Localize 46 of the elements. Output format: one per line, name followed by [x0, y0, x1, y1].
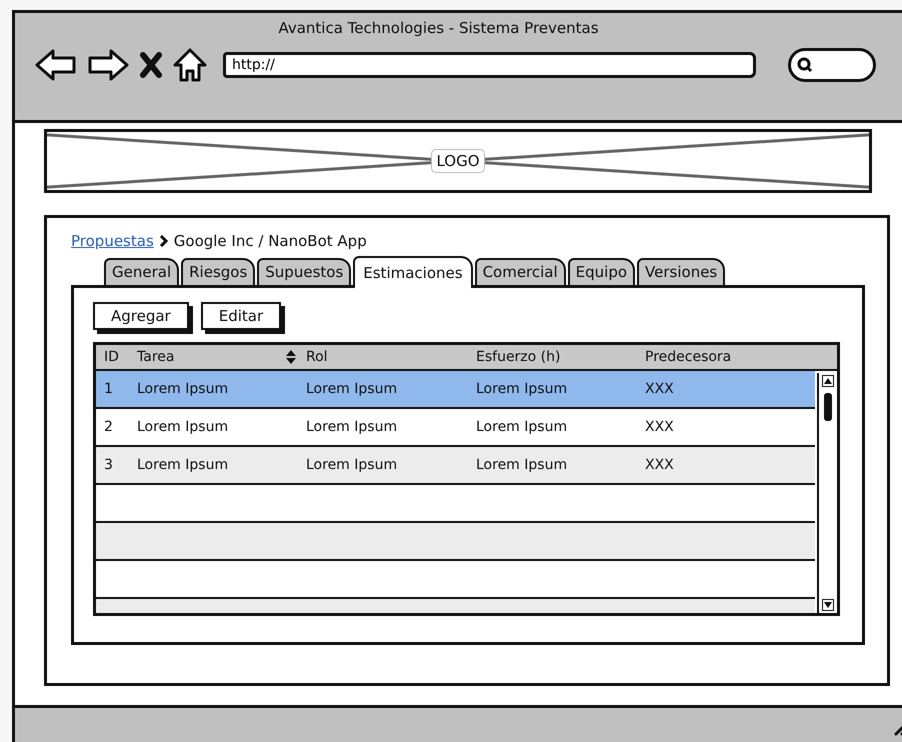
table-cell-text: Lorem Ipsum: [476, 457, 568, 473]
scroll-thumb[interactable]: [824, 393, 832, 421]
table-cell-text: Lorem Ipsum: [306, 381, 398, 397]
back-icon[interactable]: [35, 48, 77, 82]
column-header[interactable]: Esfuerzo (h): [476, 349, 645, 365]
table-cell-text: Lorem Ipsum: [306, 419, 398, 435]
table-cell-text: Lorem Ipsum: [476, 419, 568, 435]
table-cell-text: XXX: [645, 419, 675, 435]
table-cell-text: Lorem Ipsum: [137, 381, 230, 397]
column-header[interactable]: Predecesora: [645, 349, 837, 365]
home-icon[interactable]: [173, 47, 207, 83]
search-icon: [797, 57, 813, 73]
window-title: Avantica Technologies - Sistema Preventas: [278, 19, 599, 37]
chevron-icon: [160, 235, 168, 247]
forward-icon[interactable]: [87, 48, 129, 82]
sort-icon: [286, 350, 296, 364]
close-icon[interactable]: [139, 51, 163, 79]
table-cell-text: 2: [104, 419, 114, 435]
table-cell-text: XXX: [645, 457, 675, 473]
tab[interactable]: General: [104, 258, 180, 285]
tab[interactable]: Supuestos: [257, 258, 352, 285]
scroll-up-icon[interactable]: [822, 375, 834, 387]
breadcrumb-current: Google Inc / NanoBot App: [174, 232, 367, 250]
scrollbar[interactable]: [817, 373, 837, 613]
search-field[interactable]: [788, 48, 876, 82]
logo-label: LOGO: [431, 149, 485, 173]
column-header[interactable]: Tarea: [137, 349, 306, 365]
table-row[interactable]: 1 Lorem Ipsum Lorem Ipsum Lorem Ipsum XXX: [96, 371, 815, 409]
column-header[interactable]: ID: [104, 349, 137, 365]
table-cell-text: XXX: [645, 381, 675, 397]
table-cell-text: 3: [104, 457, 114, 473]
tab[interactable]: Comercial: [474, 258, 566, 285]
tab[interactable]: Riesgos: [181, 258, 256, 285]
table-cell-text: Lorem Ipsum: [137, 419, 230, 435]
breadcrumb-link[interactable]: Propuestas: [71, 232, 154, 250]
table-cell-text: Lorem Ipsum: [476, 381, 568, 397]
tab[interactable]: Estimaciones: [353, 256, 473, 288]
table-row[interactable]: 3 Lorem Ipsum Lorem Ipsum Lorem Ipsum XXX: [96, 447, 815, 485]
scroll-down-icon[interactable]: [822, 599, 834, 611]
table-cell-text: 1: [104, 381, 114, 397]
tab[interactable]: Equipo: [568, 258, 636, 285]
table-cell-text: Lorem Ipsum: [137, 457, 230, 473]
tab[interactable]: Versiones: [637, 258, 726, 285]
column-header[interactable]: Rol: [306, 349, 476, 365]
table-cell-text: Lorem Ipsum: [306, 457, 398, 473]
address-field[interactable]: http://: [223, 52, 756, 78]
